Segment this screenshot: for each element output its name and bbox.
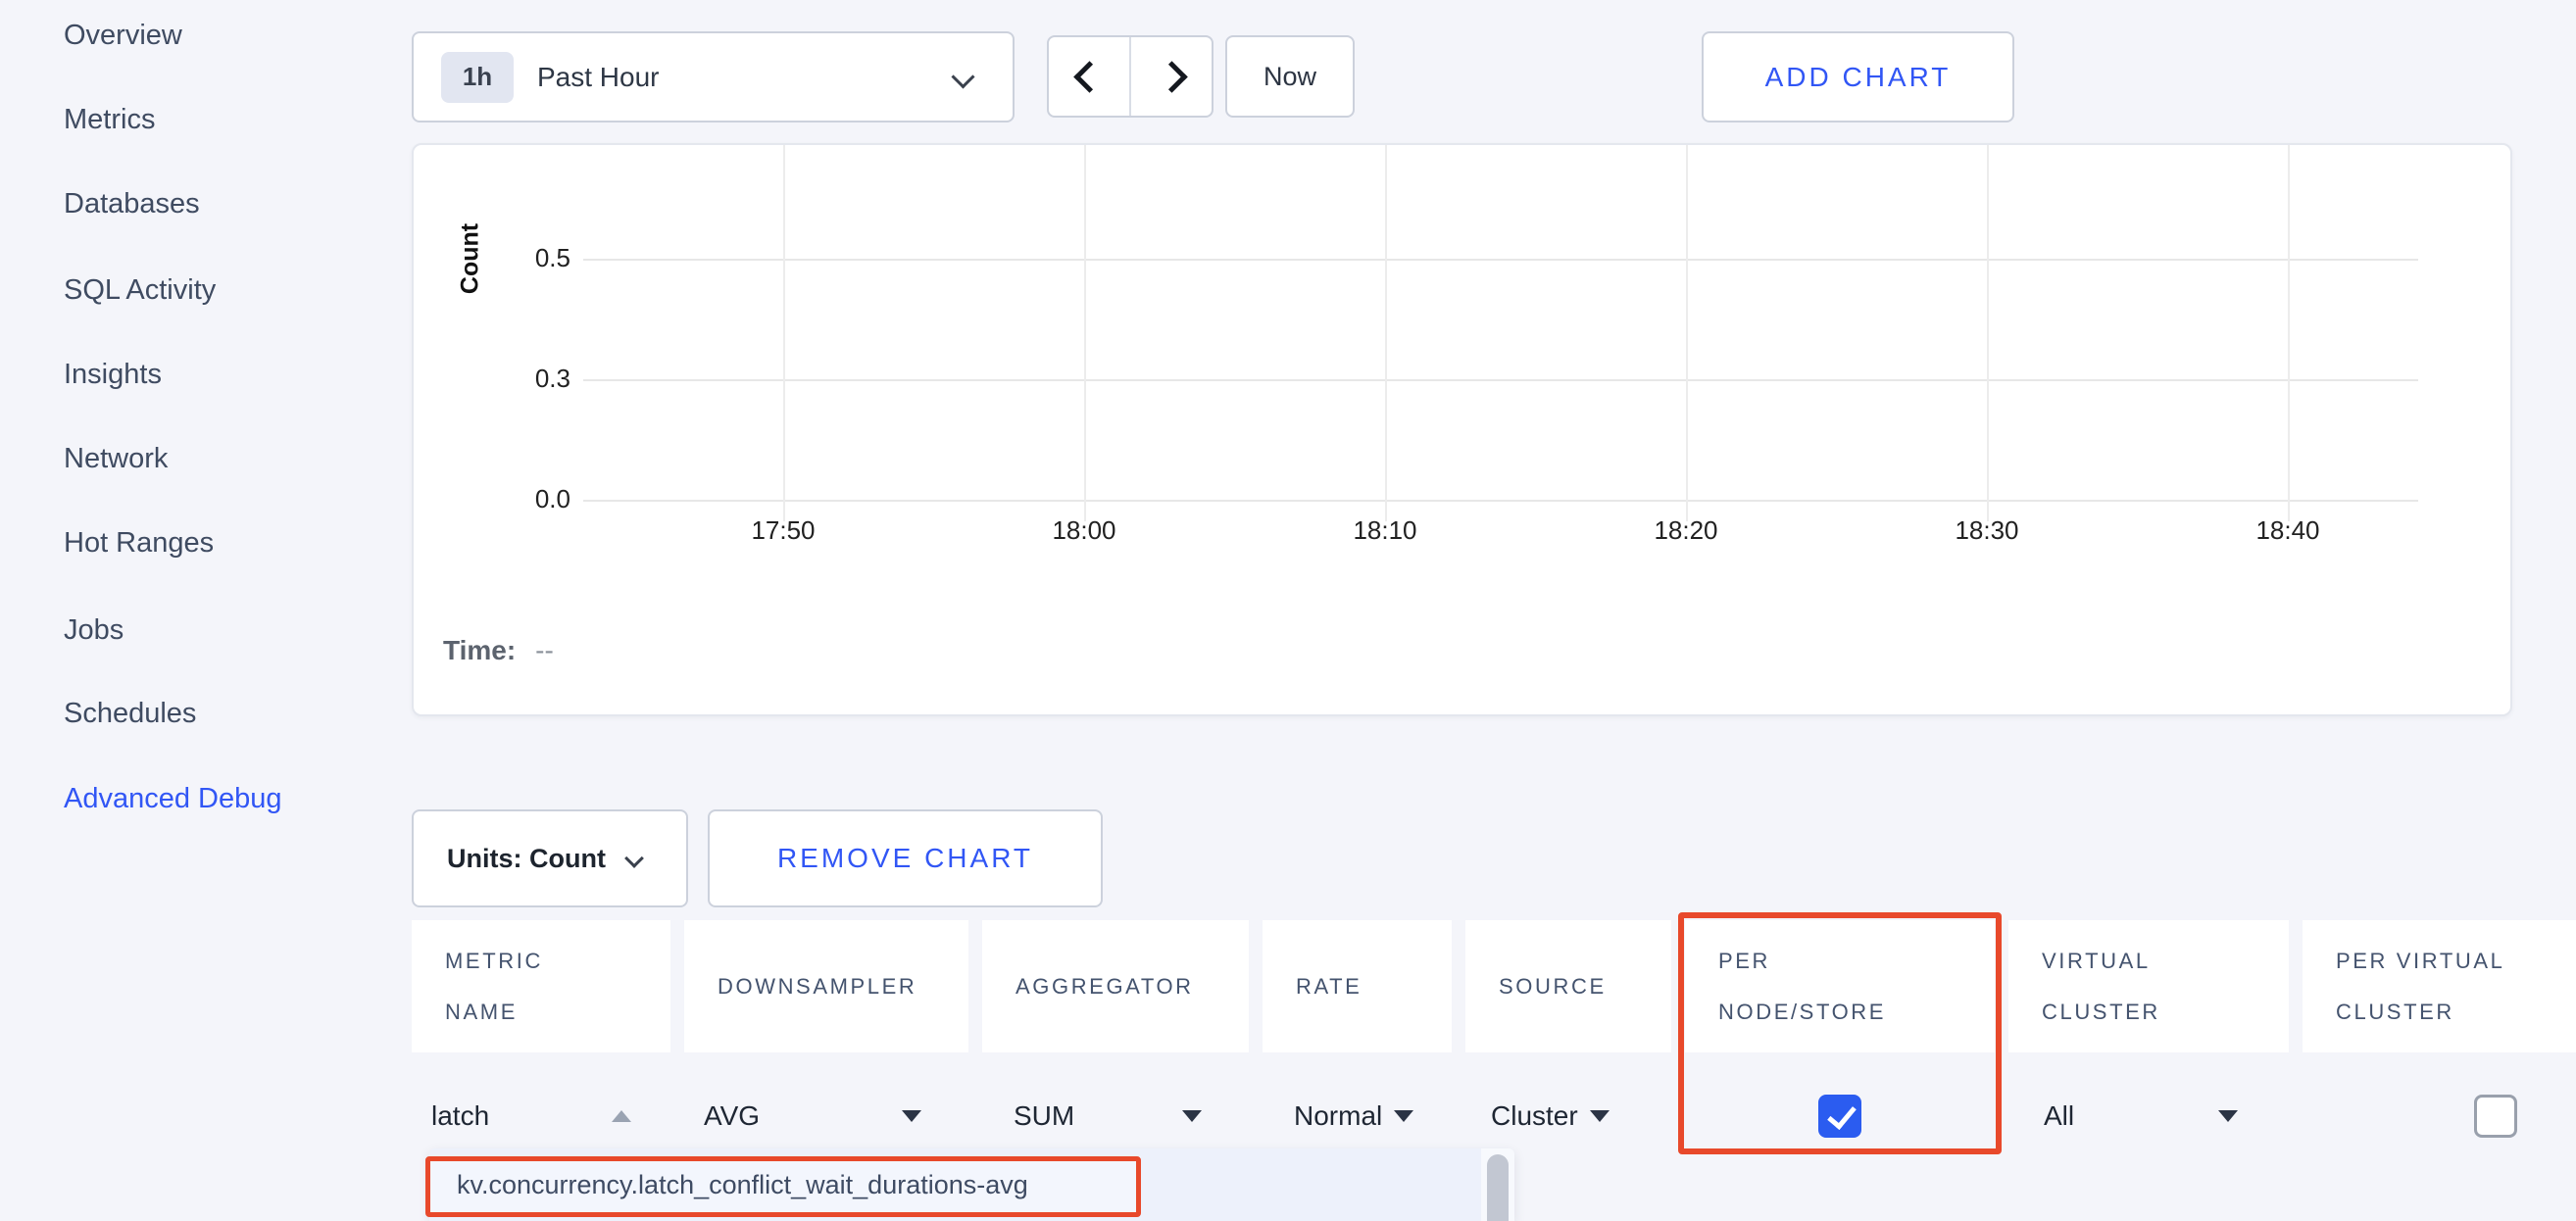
virtual-cluster-cell: All xyxy=(2008,1100,2289,1132)
column-header-downsampler: DOWNSAMPLER xyxy=(684,920,968,1052)
y-tick-label: 0.3 xyxy=(472,364,570,394)
time-label: Time: xyxy=(443,635,516,665)
source-select[interactable]: Cluster xyxy=(1491,1100,1578,1132)
sidebar-item-databases[interactable]: Databases xyxy=(64,184,200,223)
sidebar-item-network[interactable]: Network xyxy=(64,439,168,478)
triangle-down-icon[interactable] xyxy=(2218,1110,2238,1122)
time-range-selector[interactable]: 1h Past Hour xyxy=(412,31,1015,122)
gridline xyxy=(1385,145,1387,521)
time-range-badge: 1h xyxy=(441,52,514,103)
y-tick-label: 0.5 xyxy=(472,243,570,273)
gridline xyxy=(783,145,785,521)
sidebar-item-jobs[interactable]: Jobs xyxy=(64,610,124,650)
gridline xyxy=(1686,145,1688,521)
units-dropdown-label: Units: Count xyxy=(447,844,606,874)
y-tick-label: 0.0 xyxy=(472,484,570,514)
downsampler-cell: AVG xyxy=(684,1100,968,1132)
triangle-up-icon[interactable] xyxy=(612,1110,631,1122)
previous-timeframe-button[interactable] xyxy=(1049,37,1131,116)
triangle-down-icon[interactable] xyxy=(1394,1110,1413,1122)
x-tick-label: 17:50 xyxy=(715,515,852,546)
next-timeframe-button[interactable] xyxy=(1131,37,1212,116)
column-header-virtual-cluster: VIRTUAL CLUSTER xyxy=(2008,920,2289,1052)
column-header-metric-name: METRIC NAME xyxy=(412,920,670,1052)
column-header-aggregator: AGGREGATOR xyxy=(982,920,1249,1052)
aggregator-cell: SUM xyxy=(982,1100,1249,1132)
units-dropdown[interactable]: Units: Count xyxy=(412,809,688,907)
chevron-down-icon xyxy=(951,65,974,88)
time-value: -- xyxy=(535,635,554,665)
advanced-debug-custom-chart-page: Overview Metrics Databases SQL Activity … xyxy=(0,0,2576,1221)
column-header-rate: RATE xyxy=(1263,920,1452,1052)
gridline xyxy=(1987,145,1989,521)
metric-table-row: latch AVG SUM Normal Cluster All xyxy=(412,1073,2576,1159)
per-virtual-cluster-cell xyxy=(2303,1095,2576,1138)
sidebar-item-hot-ranges[interactable]: Hot Ranges xyxy=(64,523,214,562)
sidebar-item-schedules[interactable]: Schedules xyxy=(64,694,196,733)
downsampler-select[interactable]: AVG xyxy=(704,1100,760,1132)
triangle-down-icon[interactable] xyxy=(1590,1110,1610,1122)
per-virtual-cluster-checkbox[interactable] xyxy=(2474,1095,2517,1138)
metric-name-cell: latch xyxy=(412,1100,670,1132)
x-tick-label: 18:40 xyxy=(2219,515,2356,546)
x-tick-label: 18:10 xyxy=(1316,515,1454,546)
metric-suggestion-dropdown: kv.concurrency.latch_conflict_wait_durat… xyxy=(429,1148,1514,1221)
triangle-down-icon[interactable] xyxy=(902,1110,921,1122)
chevron-down-icon xyxy=(624,849,644,868)
source-cell: Cluster xyxy=(1465,1100,1671,1132)
remove-chart-button[interactable]: REMOVE CHART xyxy=(708,809,1103,907)
per-node-store-checkbox[interactable] xyxy=(1818,1095,1861,1138)
sidebar-item-sql-activity[interactable]: SQL Activity xyxy=(64,270,216,310)
sidebar-item-overview[interactable]: Overview xyxy=(64,16,182,55)
gridline xyxy=(583,259,2418,261)
metric-table-header: METRIC NAME DOWNSAMPLER AGGREGATOR RATE … xyxy=(412,920,2576,1052)
custom-chart-panel: Count 0.5 0.3 0.0 17:50 18:00 18:10 18:2… xyxy=(412,143,2512,716)
triangle-down-icon[interactable] xyxy=(1182,1110,1202,1122)
chart-hover-time: Time: -- xyxy=(443,635,554,666)
time-range-value: Past Hour xyxy=(537,62,660,93)
gridline xyxy=(2288,145,2290,521)
column-header-per-virtual-cluster: PER VIRTUAL CLUSTER xyxy=(2303,920,2576,1052)
column-header-source: SOURCE xyxy=(1465,920,1671,1052)
x-tick-label: 18:00 xyxy=(1016,515,1153,546)
per-node-store-cell xyxy=(1685,1095,1995,1138)
chevron-right-icon xyxy=(1156,61,1188,93)
metric-suggestion-item[interactable]: kv.concurrency.latch_conflict_wait_durat… xyxy=(429,1156,1141,1213)
now-button[interactable]: Now xyxy=(1225,35,1355,118)
dropdown-scrollbar-track[interactable] xyxy=(1481,1148,1514,1221)
chevron-left-icon xyxy=(1073,61,1106,93)
x-tick-label: 18:20 xyxy=(1617,515,1755,546)
sidebar-item-insights[interactable]: Insights xyxy=(64,355,162,394)
sidebar-item-advanced-debug[interactable]: Advanced Debug xyxy=(64,779,282,818)
time-step-buttons xyxy=(1047,35,1214,118)
add-chart-button[interactable]: ADD CHART xyxy=(1702,31,2014,122)
metric-name-input[interactable]: latch xyxy=(431,1100,489,1132)
x-tick-label: 18:30 xyxy=(1918,515,2056,546)
rate-select[interactable]: Normal xyxy=(1294,1100,1382,1132)
column-header-per-node-store: PER NODE/STORE xyxy=(1685,920,1995,1052)
gridline xyxy=(1084,145,1086,521)
dropdown-scrollbar-thumb[interactable] xyxy=(1487,1154,1509,1221)
gridline xyxy=(583,500,2418,502)
gridline xyxy=(583,379,2418,381)
sidebar-item-metrics[interactable]: Metrics xyxy=(64,100,155,139)
aggregator-select[interactable]: SUM xyxy=(1014,1100,1074,1132)
virtual-cluster-select[interactable]: All xyxy=(2044,1100,2074,1132)
rate-cell: Normal xyxy=(1263,1100,1452,1132)
